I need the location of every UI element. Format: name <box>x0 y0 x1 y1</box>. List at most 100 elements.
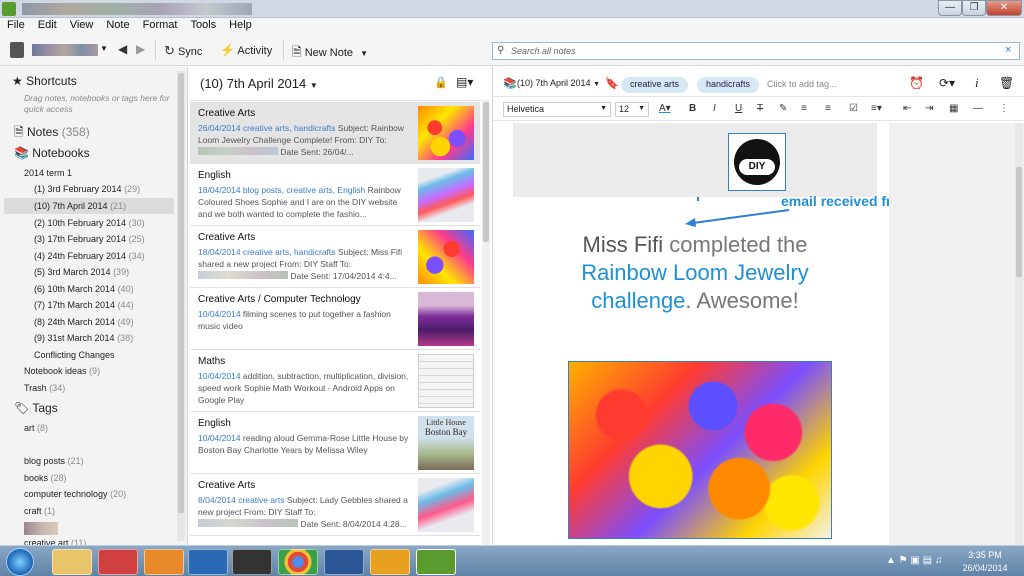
restore-button[interactable]: ❐ <box>962 0 986 16</box>
redacted-window-title <box>22 3 252 15</box>
clock-time[interactable]: 3:35 PM <box>960 550 1010 560</box>
sidebar-item-notebook[interactable]: (9) 31st March 2014 (38) <box>34 333 133 343</box>
note-card[interactable]: English 10/04/2014 reading aloud Gemma-R… <box>190 412 480 474</box>
new-note-label: New Note <box>304 47 354 59</box>
tag-pill[interactable]: creative arts <box>621 77 689 93</box>
menu-tools[interactable]: Tools <box>183 18 222 31</box>
sidebar-item-notebook[interactable]: (4) 24th February 2014 (34) <box>34 251 145 261</box>
italic-icon[interactable]: I <box>713 103 716 114</box>
menu-view[interactable]: View <box>63 18 100 31</box>
notebook-stack[interactable]: 2014 term 1 <box>24 168 72 178</box>
note-card[interactable]: Creative Arts / Computer Technology 10/0… <box>190 288 480 350</box>
start-button[interactable] <box>6 548 34 576</box>
menu-file[interactable]: File <box>0 18 31 31</box>
sidebar-item-notebook-ideas[interactable]: Notebook ideas (9) <box>24 366 100 376</box>
align-icon[interactable]: ≡▾ <box>871 103 882 114</box>
sidebar-tag-item[interactable]: books (28) <box>24 473 67 483</box>
sidebar-tag-item[interactable]: craft (1) <box>24 506 55 516</box>
sidebar-item-notebook[interactable]: (6) 10th March 2014 (40) <box>34 284 134 294</box>
outlook-taskbar-icon[interactable] <box>370 549 410 575</box>
activity-icon: ⚡ <box>220 43 235 57</box>
info-icon[interactable]: i <box>975 75 979 91</box>
note-card[interactable]: Creative Arts 18/04/2014 creative arts, … <box>190 226 480 288</box>
sidebar-item-trash[interactable]: Trash (34) <box>24 383 65 393</box>
font-size-select[interactable]: 12 ▼ <box>615 102 649 117</box>
bold-icon[interactable]: B <box>689 103 696 114</box>
menu-note[interactable]: Note <box>99 18 135 31</box>
sidebar-notes[interactable]: 🗎 Notes (358) <box>14 123 90 144</box>
strikethrough-icon[interactable]: T <box>757 103 763 114</box>
sidebar-tag-item[interactable]: blog posts (21) <box>24 456 84 466</box>
editor-scroll-thumb[interactable] <box>1016 167 1022 277</box>
menu-edit[interactable]: Edit <box>31 18 63 31</box>
underline-icon[interactable]: U <box>735 103 742 114</box>
activity-button[interactable]: ⚡ Activity <box>220 43 272 57</box>
sidebar-item-notebook[interactable]: (2) 10th February 2014 (30) <box>34 218 145 228</box>
sidebar-tag-item[interactable]: computer technology (20) <box>24 489 126 499</box>
menu-help[interactable]: Help <box>222 18 258 31</box>
note-card[interactable]: English 18/04/2014 blog posts, creative … <box>190 164 480 226</box>
sidebar-item-conflicting[interactable]: Conflicting Changes <box>34 350 115 360</box>
sync-button[interactable]: ↻ Sync <box>164 43 202 59</box>
new-note-button[interactable]: 🗎 New Note ▼ <box>292 43 368 64</box>
tag-pill[interactable]: handicrafts <box>697 77 760 93</box>
delete-icon[interactable]: 🗑 <box>999 76 1014 90</box>
chrome-taskbar-icon[interactable] <box>278 549 318 575</box>
sidebar-notebooks[interactable]: 📚 Notebooks <box>14 146 90 160</box>
sidebar-item-notebook[interactable]: (1) 3rd February 2014 (29) <box>34 184 140 194</box>
back-arrow-icon[interactable]: ◀ <box>118 42 127 56</box>
checkbox-icon[interactable]: ☑ <box>849 103 858 114</box>
share-notebook-icon[interactable]: 🔒 <box>434 76 448 89</box>
font-family-select[interactable]: Helvetica ▼ <box>503 102 611 117</box>
clock-date[interactable]: 26/04/2014 <box>956 563 1014 573</box>
sidebar-tag-item[interactable]: art (8) <box>24 423 48 433</box>
close-window-button[interactable]: ✕ <box>986 0 1022 16</box>
table-icon[interactable]: ▦ <box>949 103 958 114</box>
app-taskbar-icon[interactable] <box>98 549 138 575</box>
notebook-title[interactable]: (10) 7th April 2014 ▼ <box>200 76 318 91</box>
sidebar-scroll-thumb[interactable] <box>178 73 184 513</box>
search-box[interactable]: ⚲ Search all notes × <box>492 42 1020 60</box>
horizontal-rule-icon[interactable]: — <box>973 103 983 114</box>
indent-icon[interactable]: ⇥ <box>925 103 933 114</box>
more-icon[interactable]: ⋮ <box>999 103 1009 114</box>
bullet-list-icon[interactable]: ≡ <box>801 103 807 114</box>
font-color-icon[interactable]: A▾ <box>659 103 671 114</box>
new-note-dropdown-icon[interactable]: ▼ <box>360 49 368 58</box>
search-input[interactable]: Search all notes <box>511 46 576 56</box>
view-options-icon[interactable]: ▤▾ <box>456 75 473 89</box>
highlight-icon[interactable]: ✎ <box>779 103 787 114</box>
reminder-icon[interactable]: ⏰ <box>909 76 924 90</box>
sidebar-item-notebook[interactable]: (5) 3rd March 2014 (39) <box>34 267 129 277</box>
share-icon[interactable]: ⟳▾ <box>939 76 955 90</box>
note-card[interactable]: Creative Arts 8/04/2014 creative arts Su… <box>190 474 480 536</box>
sidebar-item-notebook[interactable]: (3) 17th February 2014 (25) <box>34 234 145 244</box>
redacted-email <box>198 519 298 527</box>
outdent-icon[interactable]: ⇤ <box>903 103 911 114</box>
explorer-taskbar-icon[interactable] <box>52 549 92 575</box>
account-icon[interactable] <box>10 42 24 58</box>
note-list-scroll-thumb[interactable] <box>483 102 489 242</box>
minimize-button[interactable]: — <box>938 0 962 16</box>
evernote-taskbar-icon[interactable] <box>416 549 456 575</box>
account-dropdown-icon[interactable]: ▼ <box>100 44 108 53</box>
note-card-selected[interactable]: Creative Arts 26/04/2014 creative arts, … <box>190 102 480 164</box>
media-player-taskbar-icon[interactable] <box>144 549 184 575</box>
sidebar-item-notebook-selected[interactable]: (10) 7th April 2014 (21) <box>34 201 126 211</box>
sidebar-tags[interactable]: 🏷 Tags <box>14 401 58 415</box>
tray-icons[interactable]: ▲ ⚑ ▣ ▤ ♫ <box>886 555 942 566</box>
clear-search-icon[interactable]: × <box>1005 44 1011 56</box>
notebook-selector[interactable]: (10) 7th April 2014 ▼ <box>517 78 600 88</box>
word-taskbar-icon[interactable] <box>324 549 364 575</box>
note-body[interactable]: DIY email received from DIY Miss Fifi co… <box>503 123 940 545</box>
sidebar-item-notebook[interactable]: (7) 17th March 2014 (44) <box>34 300 134 310</box>
app-taskbar-icon[interactable] <box>188 549 228 575</box>
note-card[interactable]: Maths 10/04/2014 addition, subtraction, … <box>190 350 480 412</box>
sidebar-item-notebook[interactable]: (8) 24th March 2014 (49) <box>34 317 134 327</box>
sidebar-shortcuts[interactable]: ★ Shortcuts <box>12 74 77 88</box>
add-tag-input[interactable]: Click to add tag... <box>767 79 837 89</box>
numbered-list-icon[interactable]: ≡ <box>825 103 831 114</box>
menu-format[interactable]: Format <box>136 18 184 31</box>
forward-arrow-icon[interactable]: ▶ <box>136 42 145 56</box>
hp-taskbar-icon[interactable] <box>232 549 272 575</box>
